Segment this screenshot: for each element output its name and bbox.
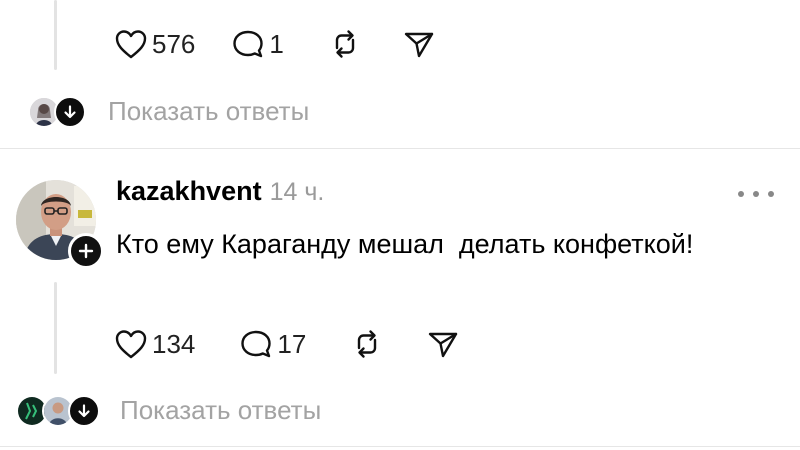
repost-button[interactable]	[328, 28, 362, 60]
previous-show-replies-row[interactable]: Показать ответы	[28, 93, 309, 129]
show-replies-link[interactable]: Показать ответы	[120, 395, 321, 426]
share-button[interactable]	[402, 28, 436, 60]
username[interactable]: kazakhvent	[116, 176, 262, 207]
like-button[interactable]: 576	[114, 28, 195, 60]
comment-button[interactable]: 17	[239, 328, 306, 360]
timestamp: 14 ч.	[269, 178, 325, 206]
comment-count: 17	[277, 328, 307, 359]
speech-bubble-icon	[241, 330, 272, 358]
post-show-replies-row[interactable]: Показать ответы	[16, 392, 321, 428]
more-options-button[interactable]	[738, 182, 774, 206]
plus-icon	[78, 243, 94, 259]
repost-icon	[335, 30, 355, 58]
heart-icon	[115, 330, 147, 359]
post-divider	[0, 148, 800, 149]
reply-avatars	[16, 395, 102, 427]
paper-plane-icon	[429, 332, 458, 358]
threads-reply-feed: 576 1 Показать ответы kazakhvent 14 ч. К…	[0, 0, 800, 450]
ellipsis-icon	[738, 191, 744, 197]
post-text: Кто ему Караганду мешал делать конфеткой…	[116, 229, 694, 259]
arrow-down-icon	[78, 404, 90, 418]
arrow-down-icon	[64, 105, 76, 119]
speech-bubble-icon	[233, 30, 264, 58]
like-button[interactable]: 134	[114, 328, 195, 360]
ellipsis-icon	[768, 191, 774, 197]
post-actions: 134 17	[114, 326, 460, 362]
thread-line	[54, 282, 57, 374]
paper-plane-icon	[404, 32, 434, 58]
like-count: 134	[152, 328, 196, 359]
post-divider	[0, 446, 800, 447]
repost-button[interactable]	[350, 328, 384, 360]
show-replies-link[interactable]: Показать ответы	[108, 96, 309, 127]
repost-icon	[358, 330, 377, 358]
thread-line	[54, 0, 57, 70]
comment-button[interactable]: 1	[231, 28, 284, 60]
expand-replies-badge	[54, 96, 86, 128]
share-button[interactable]	[426, 328, 460, 360]
ellipsis-icon	[753, 191, 759, 197]
previous-post-actions: 576 1	[114, 26, 436, 62]
heart-icon	[115, 30, 147, 59]
like-count: 576	[152, 28, 196, 59]
expand-replies-badge	[68, 395, 100, 427]
post-header: kazakhvent 14 ч.	[116, 176, 324, 210]
comment-count: 1	[269, 28, 284, 59]
reply-avatars	[28, 96, 90, 128]
follow-button[interactable]	[68, 233, 104, 269]
